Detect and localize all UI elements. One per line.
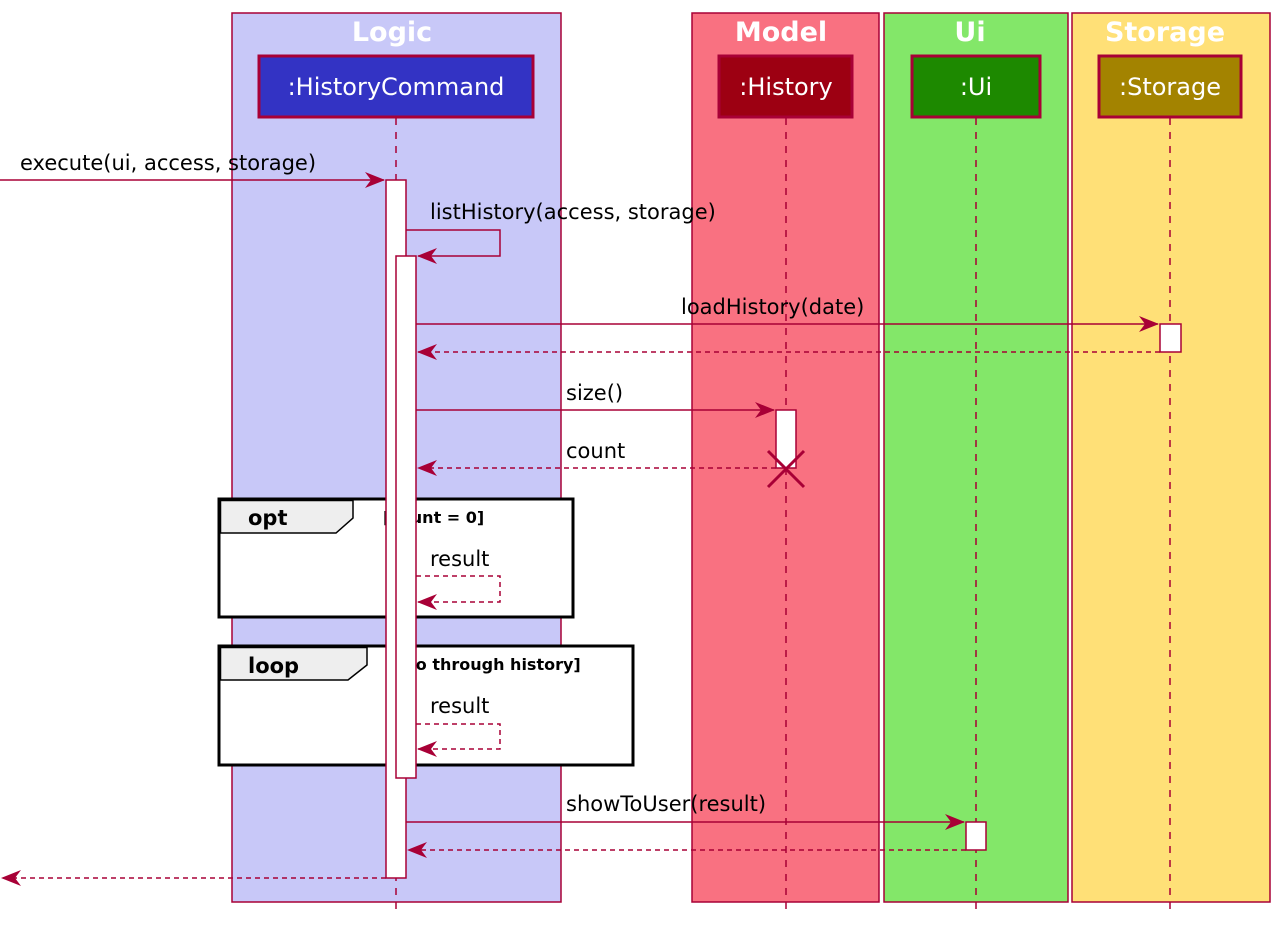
box-title-model: Model: [735, 17, 827, 48]
participant-history-label: :History: [739, 73, 832, 101]
message-label-opt-result: result: [430, 547, 489, 571]
sequence-diagram: Logic Model Ui Storage :HistoryCommand :…: [0, 12, 1271, 910]
box-title-storage: Storage: [1105, 17, 1225, 48]
participant-storage-label: :Storage: [1119, 73, 1221, 101]
participant-ui-label: :Ui: [960, 73, 992, 101]
message-label-listhistory: listHistory(access, storage): [430, 200, 716, 224]
frame-loop-guard: [go through history]: [397, 655, 581, 674]
frame-loop-tag: loop: [248, 654, 299, 678]
message-label-count: count: [566, 439, 625, 463]
participant-historycommand-label: :HistoryCommand: [288, 73, 505, 101]
message-label-size: size(): [566, 381, 623, 405]
activation-historycommand-inner: [395, 255, 417, 779]
frame-loop: loop [go through history]: [217, 644, 635, 767]
box-title-ui: Ui: [954, 17, 985, 48]
box-title-logic: Logic: [352, 17, 432, 48]
message-label-loop-result: result: [430, 694, 489, 718]
message-label-loadhistory: loadHistory(date): [681, 295, 864, 319]
box-storage: [1071, 12, 1271, 903]
frame-opt-tag: opt: [248, 506, 288, 530]
message-label-showtouser: showToUser(result): [566, 792, 766, 816]
message-label-execute: execute(ui, access, storage): [20, 151, 316, 175]
activation-ui: [965, 821, 987, 851]
activation-history: [775, 409, 797, 469]
activation-storage: [1159, 323, 1182, 353]
